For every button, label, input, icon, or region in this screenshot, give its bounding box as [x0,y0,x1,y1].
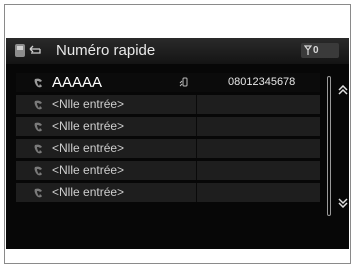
double-chevron-down-icon[interactable] [338,198,348,208]
status-text: 0 [313,45,319,56]
list-item[interactable]: <Nlle entrée> [16,117,320,136]
scrollbar[interactable] [327,76,331,216]
list-item[interactable]: <Nlle entrée> [16,183,320,202]
entry-name: <Nlle entrée> [52,97,125,111]
row-divider [196,139,197,158]
list-item[interactable]: <Nlle entrée> [16,95,320,114]
header-bar: Numéro rapide 0 [6,38,349,64]
handset-icon [34,144,42,154]
entry-name: <Nlle entrée> [52,119,125,133]
handset-icon [34,166,42,176]
handset-icon [34,100,42,110]
phone-screen: Numéro rapide 0 AAAAA 08012345678 <Nlle … [6,38,349,249]
row-divider [196,161,197,180]
signal-icon [304,45,312,55]
page-title: Numéro rapide [56,42,156,59]
list-item[interactable]: <Nlle entrée> [16,139,320,158]
list-item[interactable]: <Nlle entrée> [16,161,320,180]
handset-icon [34,78,42,88]
handset-icon [34,122,42,132]
row-divider [196,117,197,136]
manual-figure-frame: Numéro rapide 0 AAAAA 08012345678 <Nlle … [4,4,351,264]
handset-icon [34,188,42,198]
entry-name: <Nlle entrée> [52,163,125,177]
entry-name: <Nlle entrée> [52,185,125,199]
double-chevron-up-icon[interactable] [338,85,348,95]
phone-back-icon[interactable] [14,43,44,58]
mobile-phone-icon [179,77,188,87]
status-indicator: 0 [301,43,339,58]
entry-name: AAAAA [52,74,103,91]
list-item[interactable]: AAAAA 08012345678 [16,73,320,92]
row-divider [196,183,197,202]
row-divider [196,95,197,114]
entry-name: <Nlle entrée> [52,141,125,155]
entry-number: 08012345678 [228,76,296,88]
